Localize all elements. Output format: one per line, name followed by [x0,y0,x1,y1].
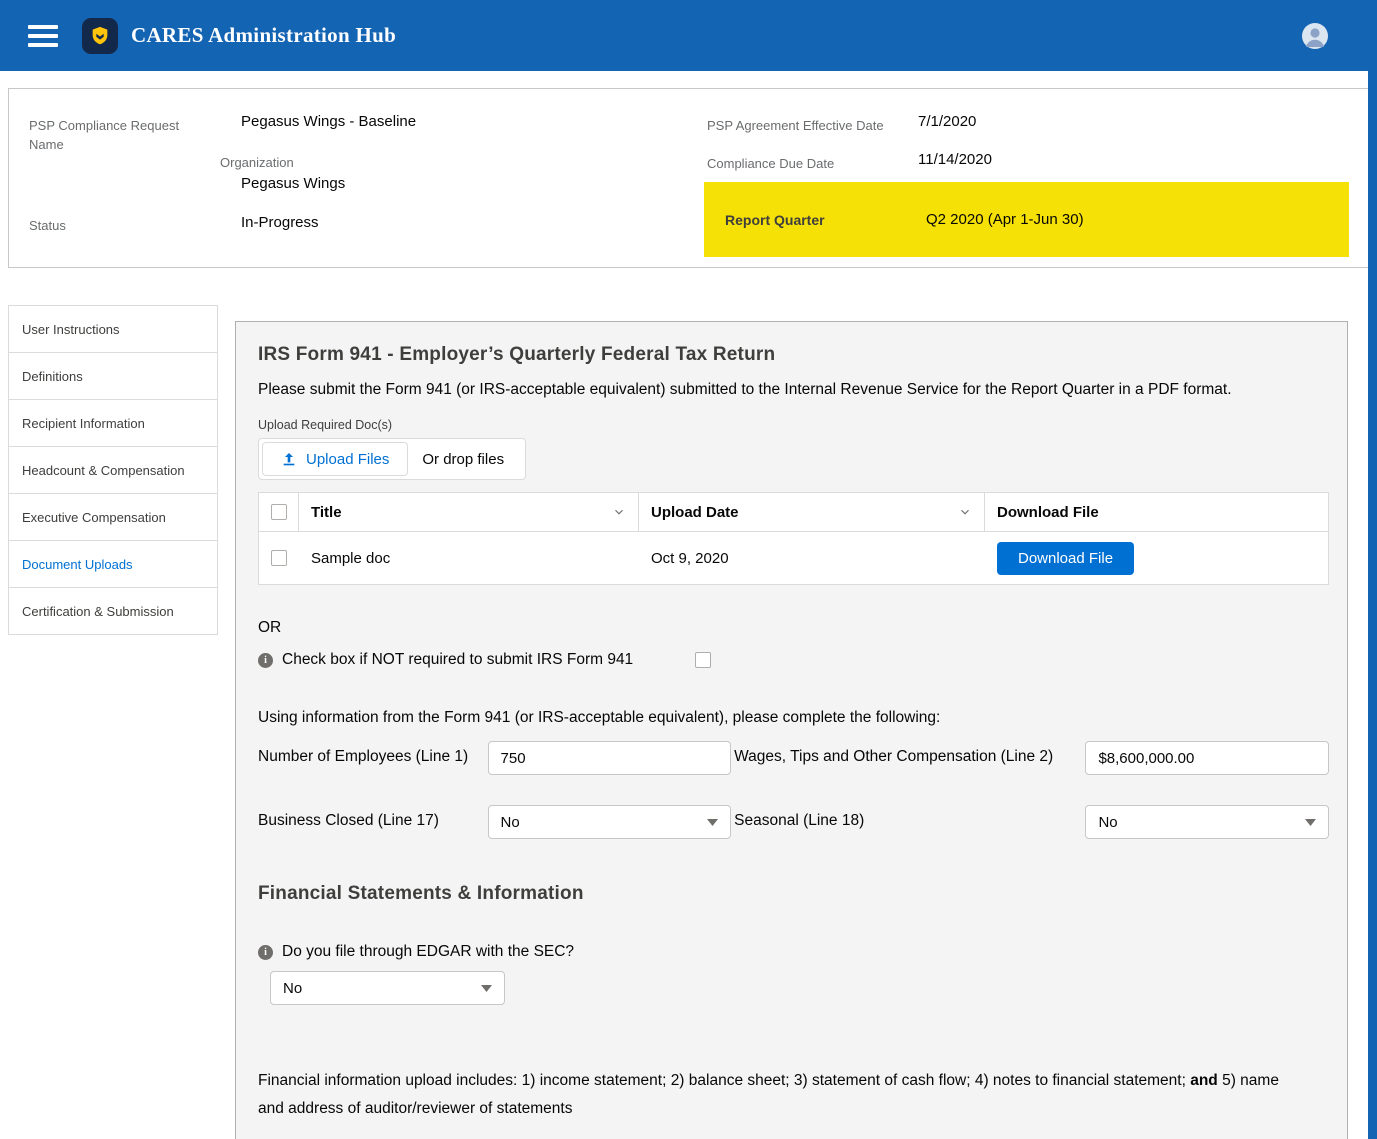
report-quarter-highlight: Report Quarter Q2 2020 (Apr 1-Jun 30) [704,182,1349,257]
download-cell: Download File [985,542,1328,575]
file-dropzone[interactable]: Upload Files Or drop files [258,438,526,480]
sidebar-item-definitions[interactable]: Definitions [8,352,218,400]
form-row-1: Number of Employees (Line 1) Wages, Tips… [258,741,1329,775]
or-label: OR [258,619,1329,637]
business-closed-select[interactable]: No [488,805,732,839]
seasonal-select[interactable]: No [1085,805,1329,839]
financial-upload-note: Financial information upload includes: 1… [258,1067,1303,1123]
upload-icon [281,451,297,467]
organization-value: Pegasus Wings [241,175,345,192]
row-checkbox[interactable] [271,550,287,566]
column-upload-date-label: Upload Date [651,504,739,521]
upload-files-button[interactable]: Upload Files [262,442,408,476]
section-nav: User Instructions Definitions Recipient … [8,305,218,635]
employees-input[interactable] [488,741,732,775]
seasonal-value: No [1098,814,1117,831]
drop-files-label: Or drop files [422,451,504,468]
app-title: CARES Administration Hub [131,23,396,48]
effective-date-value: 7/1/2020 [918,113,976,130]
document-title-cell: Sample doc [299,550,639,567]
upload-date-cell: Oct 9, 2020 [639,550,985,567]
request-name-label: PSP Compliance Request Name [29,116,199,154]
documents-table: Title Upload Date Download File Sample d… [258,492,1329,585]
sidebar-item-label: Recipient Information [22,416,145,431]
form-row-2: Business Closed (Line 17) No Seasonal (L… [258,805,1329,839]
edgar-question-row: Do you file through EDGAR with the SEC? [258,943,1329,961]
sidebar-item-label: Headcount & Compensation [22,463,185,478]
employees-label: Number of Employees (Line 1) [258,741,488,771]
column-download-label: Download File [997,504,1099,521]
select-all-cell [259,493,299,531]
info-icon[interactable] [258,945,273,960]
column-header-title[interactable]: Title [299,493,639,531]
documents-table-header: Title Upload Date Download File [259,493,1328,532]
sidebar-item-label: Document Uploads [22,557,133,572]
row-checkbox-cell [259,550,299,566]
due-date-label: Compliance Due Date [707,154,912,173]
vertical-scrollbar[interactable] [1368,0,1377,1139]
dropdown-arrow-icon [1305,819,1316,826]
sidebar-item-label: Certification & Submission [22,604,174,619]
due-date-value: 11/14/2020 [918,151,992,168]
download-file-button[interactable]: Download File [997,542,1134,575]
sidebar-item-recipient-information[interactable]: Recipient Information [8,399,218,447]
dropdown-arrow-icon [707,819,718,826]
sidebar-item-headcount-compensation[interactable]: Headcount & Compensation [8,446,218,494]
status-value: In-Progress [241,214,319,231]
form-941-instructions: Using information from the Form 941 (or … [258,709,1329,727]
not-required-row: Check box if NOT required to submit IRS … [258,651,1329,669]
menu-icon[interactable] [28,25,58,47]
info-icon[interactable] [258,653,273,668]
seasonal-label: Seasonal (Line 18) [734,805,1085,835]
sidebar-item-document-uploads[interactable]: Document Uploads [8,540,218,588]
note-bold: and [1190,1072,1218,1089]
report-quarter-value: Q2 2020 (Apr 1-Jun 30) [926,211,1084,228]
irs-form-941-heading: IRS Form 941 - Employer’s Quarterly Fede… [258,344,1329,366]
business-closed-label: Business Closed (Line 17) [258,805,488,835]
column-header-upload-date[interactable]: Upload Date [639,493,985,531]
column-header-download-file: Download File [985,493,1328,531]
sidebar-item-certification-submission[interactable]: Certification & Submission [8,587,218,635]
effective-date-label: PSP Agreement Effective Date [707,116,912,135]
sidebar-item-label: Definitions [22,369,83,384]
sidebar-item-user-instructions[interactable]: User Instructions [8,305,218,353]
sidebar-item-label: User Instructions [22,322,120,337]
edgar-value: No [283,980,302,997]
upload-files-label: Upload Files [306,451,389,468]
table-row: Sample doc Oct 9, 2020 Download File [259,532,1328,584]
status-label: Status [29,216,66,235]
document-uploads-panel: IRS Form 941 - Employer’s Quarterly Fede… [235,321,1348,1139]
app-header: CARES Administration Hub [0,0,1377,71]
irs-form-941-description: Please submit the Form 941 (or IRS-accep… [258,376,1326,404]
business-closed-value: No [501,814,520,831]
note-part1: Financial information upload includes: 1… [258,1072,1190,1089]
dropdown-arrow-icon [481,985,492,992]
financial-statements-heading: Financial Statements & Information [258,883,1329,905]
app-logo [82,18,118,54]
wages-input[interactable] [1085,741,1329,775]
sidebar-item-label: Executive Compensation [22,510,166,525]
report-quarter-label: Report Quarter [725,212,926,228]
organization-label: Organization [220,153,294,172]
edgar-select[interactable]: No [270,971,505,1005]
sidebar-item-executive-compensation[interactable]: Executive Compensation [8,493,218,541]
user-avatar-icon[interactable] [1301,22,1329,50]
column-title-label: Title [311,504,342,521]
sort-chevron-icon[interactable] [958,505,972,519]
not-required-checkbox[interactable] [695,652,711,668]
compliance-summary-card: PSP Compliance Request Name Pegasus Wing… [8,88,1369,268]
shield-icon [89,25,111,47]
sort-chevron-icon[interactable] [612,505,626,519]
request-name-value: Pegasus Wings - Baseline [241,113,416,130]
wages-label: Wages, Tips and Other Compensation (Line… [734,741,1085,771]
select-all-checkbox[interactable] [271,504,287,520]
edgar-question-label: Do you file through EDGAR with the SEC? [282,943,574,961]
not-required-label: Check box if NOT required to submit IRS … [282,651,633,669]
upload-required-label: Upload Required Doc(s) [258,418,1329,432]
